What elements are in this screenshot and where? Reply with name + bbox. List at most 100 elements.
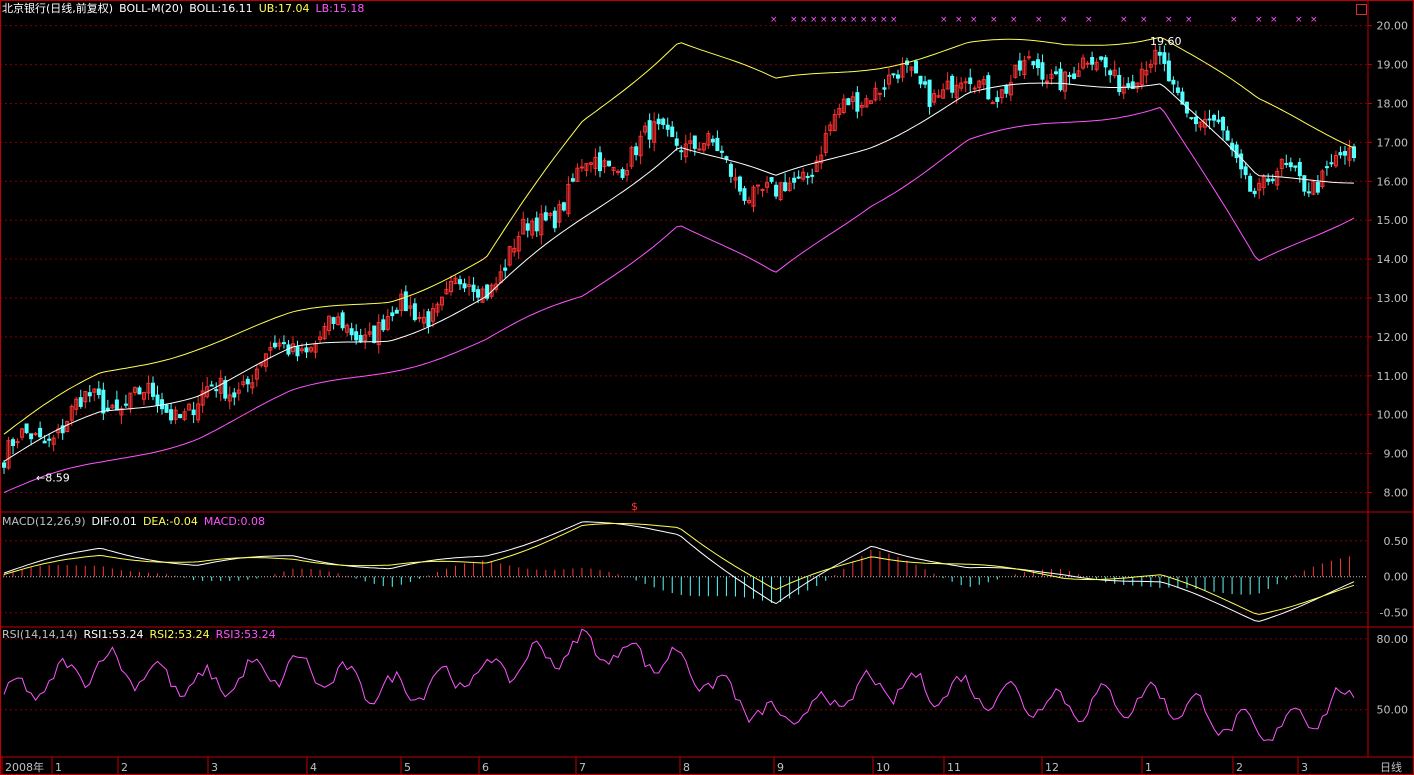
rsi-line	[3, 628, 1355, 742]
signal-x-mark: ×	[870, 15, 878, 25]
candle-body	[24, 423, 29, 434]
candle-body	[1166, 60, 1171, 82]
signal-x-mark: ×	[940, 15, 948, 25]
rsi-name: RSI(14,14,14)	[2, 628, 78, 641]
candle-body	[1221, 117, 1226, 131]
signal-x-mark: ×	[1085, 15, 1093, 25]
candle-body	[679, 150, 684, 153]
candle-body	[634, 146, 639, 156]
price-tick-label: 18.00	[1377, 97, 1409, 110]
candle-body	[737, 176, 742, 192]
candle-body	[1108, 70, 1113, 76]
price-legend: 北京银行(日线,前复权) BOLL-M(20) BOLL:16.11 UB:17.04…	[2, 2, 370, 16]
lb-value: LB:15.18	[315, 2, 365, 15]
rsi-tick-label: 80.00	[1377, 633, 1409, 646]
candle-body	[304, 347, 309, 353]
candle-body	[1288, 162, 1293, 168]
candle-body	[724, 156, 729, 160]
candle-body	[1031, 61, 1036, 66]
candle-body	[38, 427, 43, 438]
price-tick-label: 9.00	[1384, 448, 1409, 461]
candle-body	[1117, 74, 1122, 93]
candle-body	[1225, 130, 1230, 141]
candle-body	[390, 312, 395, 317]
candle-body	[458, 279, 463, 285]
candle-body	[272, 342, 277, 348]
dif-line	[3, 521, 1355, 622]
kline-chart[interactable]: ←8.5919.60$× × × × × × × × × × × × × × × × × × × × × × × × × × × × ×…	[0, 0, 1414, 775]
candle-body	[1175, 87, 1180, 93]
candle-body	[155, 394, 160, 406]
price-tick-label: 12.00	[1377, 331, 1409, 344]
candle-body	[882, 87, 887, 90]
candle-body	[503, 267, 508, 271]
candle-body	[150, 382, 155, 397]
x-tick-label: 3	[211, 761, 218, 774]
candle-body	[895, 74, 900, 79]
rsi3-value: RSI3:53.24	[215, 628, 276, 641]
signal-x-mark: ×	[1165, 15, 1173, 25]
candle-body	[417, 316, 422, 319]
candle-body	[232, 392, 237, 398]
signal-x-mark: ×	[770, 15, 778, 25]
candle-body	[47, 438, 52, 441]
candle-body	[990, 102, 995, 105]
candle-body	[1058, 68, 1063, 91]
low-price-label: ←8.59	[36, 472, 70, 485]
candle-body	[1342, 150, 1347, 156]
candle-body	[534, 217, 539, 232]
rsi-panel[interactable]	[3, 628, 1355, 742]
candle-body	[1040, 62, 1045, 80]
candle-body	[620, 169, 625, 178]
candle-body	[295, 346, 300, 357]
x-tick-label: 10	[876, 761, 890, 774]
macd-tick-label: 0.00	[1384, 571, 1409, 584]
candle-body	[1243, 166, 1248, 176]
candle-body	[756, 184, 761, 187]
signal-x-mark: ×	[1255, 15, 1263, 25]
candle-body	[525, 223, 530, 231]
candle-body	[968, 77, 973, 85]
x-tick-label: 3	[1301, 761, 1308, 774]
candle-body	[412, 303, 417, 321]
candle-body	[792, 177, 797, 183]
candle-body	[661, 118, 666, 125]
price-tick-label: 8.00	[1384, 487, 1409, 500]
price-tick-label: 13.00	[1377, 292, 1409, 305]
x-tick-label: 9	[777, 761, 784, 774]
high-price-label: 19.60	[1150, 35, 1182, 48]
x-tick-label: 2008年	[5, 760, 44, 774]
grid-layer	[0, 25, 1368, 711]
candle-body	[245, 378, 250, 385]
candle-body	[796, 176, 801, 179]
signal-x-mark: ×	[970, 15, 978, 25]
macd-value: MACD:0.08	[203, 515, 266, 528]
price-panel[interactable]: ←8.5919.60$× × × × × × × × × × × × × × × × × × × × × × × × × × × × ×	[2, 15, 1356, 513]
candle-body	[692, 135, 697, 149]
candle-body	[123, 403, 128, 406]
price-tick-label: 14.00	[1377, 253, 1409, 266]
candle-body	[552, 210, 557, 229]
signal-x-mark: ×	[1185, 15, 1193, 25]
candle-body	[29, 433, 34, 440]
candle-body	[1054, 71, 1059, 75]
candle-body	[114, 399, 119, 411]
rsi-tick-label: 50.00	[1377, 704, 1409, 717]
restore-window-icon[interactable]	[1356, 4, 1367, 15]
candle-body	[1324, 166, 1329, 169]
candle-body	[105, 407, 110, 411]
signal-x-mark: ×	[1035, 15, 1043, 25]
x-tick-label: 5	[404, 761, 411, 774]
chart-frame	[0, 0, 1414, 775]
signal-x-mark: ×	[990, 15, 998, 25]
signal-x-mark: ×	[1310, 15, 1318, 25]
candle-body	[656, 118, 661, 125]
candle-body	[674, 138, 679, 146]
macd-name: MACD(12,26,9)	[2, 515, 86, 528]
candle-body	[137, 387, 142, 395]
dea-value: DEA:-0.04	[142, 515, 198, 528]
candle-body	[1035, 59, 1040, 69]
x-tick-label: 2	[1236, 761, 1243, 774]
boll-boll-line	[3, 82, 1355, 462]
macd-panel[interactable]	[3, 521, 1355, 622]
